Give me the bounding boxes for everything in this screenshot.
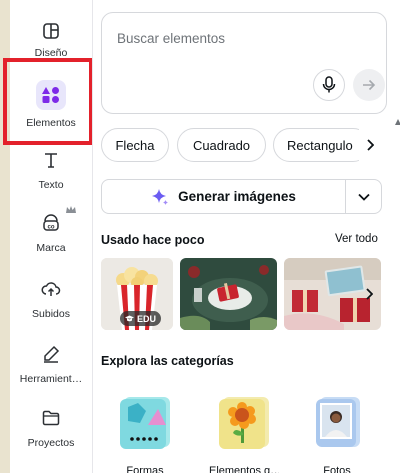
categories-title: Explora las categorías: [101, 354, 234, 368]
category-label-shapes: Formas: [126, 465, 164, 473]
chevron-right-icon: [367, 139, 374, 151]
microphone-button[interactable]: [313, 69, 345, 101]
search-input[interactable]: [117, 31, 357, 46]
microphone-icon: [322, 76, 336, 93]
graphics-category-image: [215, 393, 273, 451]
sidebar-item-brand[interactable]: co Marca: [10, 208, 92, 254]
category-label-photos: Fotos: [323, 465, 351, 473]
shapes-category-image: [116, 393, 174, 451]
sidebar-item-uploads[interactable]: Subidos: [10, 274, 92, 320]
search-box: [101, 12, 387, 114]
category-shapes[interactable]: Formas: [110, 393, 180, 473]
design-icon: [36, 16, 66, 46]
photos-category-image: [308, 393, 366, 451]
sidebar-item-text[interactable]: Texto: [10, 145, 92, 191]
arrow-right-icon: [363, 79, 376, 91]
chevron-right-icon: [366, 288, 373, 300]
generate-images-button[interactable]: Generar imágenes: [101, 179, 346, 214]
brand-icon: co: [36, 208, 66, 238]
sparkle-icon: [152, 188, 169, 205]
svg-text:co: co: [47, 225, 54, 231]
category-label-graphics: Elementos g…: [209, 465, 279, 473]
text-icon: [36, 145, 66, 175]
edu-badge: EDU: [120, 311, 162, 326]
chevron-down-icon: [357, 193, 370, 201]
sidebar-item-design[interactable]: Diseño: [10, 16, 92, 59]
edu-badge-label: EDU: [137, 313, 157, 324]
sidebar-item-tools[interactable]: Herramient…: [10, 339, 92, 385]
graduation-cap-icon: [125, 315, 134, 322]
sidebar-item-projects[interactable]: Proyectos: [10, 403, 92, 449]
see-all-link[interactable]: Ver todo: [335, 233, 378, 245]
generate-images-label: Generar imágenes: [178, 189, 296, 204]
recent-item-popcorn[interactable]: EDU: [101, 258, 173, 330]
crown-icon: [65, 202, 77, 220]
chip-arrow[interactable]: Flecha: [101, 128, 169, 162]
sidebar-label-projects: Proyectos: [27, 437, 75, 449]
chips-next-button[interactable]: [359, 128, 381, 162]
sidebar-label-brand: Marca: [36, 242, 66, 254]
category-photos[interactable]: Fotos: [302, 393, 372, 473]
chip-square[interactable]: Cuadrado: [177, 128, 266, 162]
sidebar-label-uploads: Subidos: [32, 308, 70, 320]
upload-icon: [36, 274, 66, 304]
chip-rectangle[interactable]: Rectangulo: [273, 128, 370, 162]
send-button[interactable]: [353, 69, 385, 101]
table-photo-image: [180, 258, 277, 330]
generate-dropdown-button[interactable]: [345, 179, 382, 214]
sidebar-label-text: Texto: [38, 179, 64, 191]
tools-icon: [36, 339, 66, 369]
folder-icon: [36, 403, 66, 433]
recent-next-button[interactable]: [357, 281, 381, 307]
recent-title: Usado hace poco: [101, 233, 205, 247]
scrollbar[interactable]: [400, 0, 417, 473]
recent-item-table[interactable]: [180, 258, 277, 330]
elements-highlight-box: [3, 58, 93, 145]
elements-panel: Flecha Cuadrado Rectangulo Generar imáge…: [92, 0, 401, 473]
category-graphics[interactable]: Elementos g…: [209, 393, 279, 473]
sidebar-label-tools: Herramient…: [19, 373, 83, 385]
canva-elements-panel: Diseño Elementos Texto co Marca Subidos …: [0, 0, 417, 473]
